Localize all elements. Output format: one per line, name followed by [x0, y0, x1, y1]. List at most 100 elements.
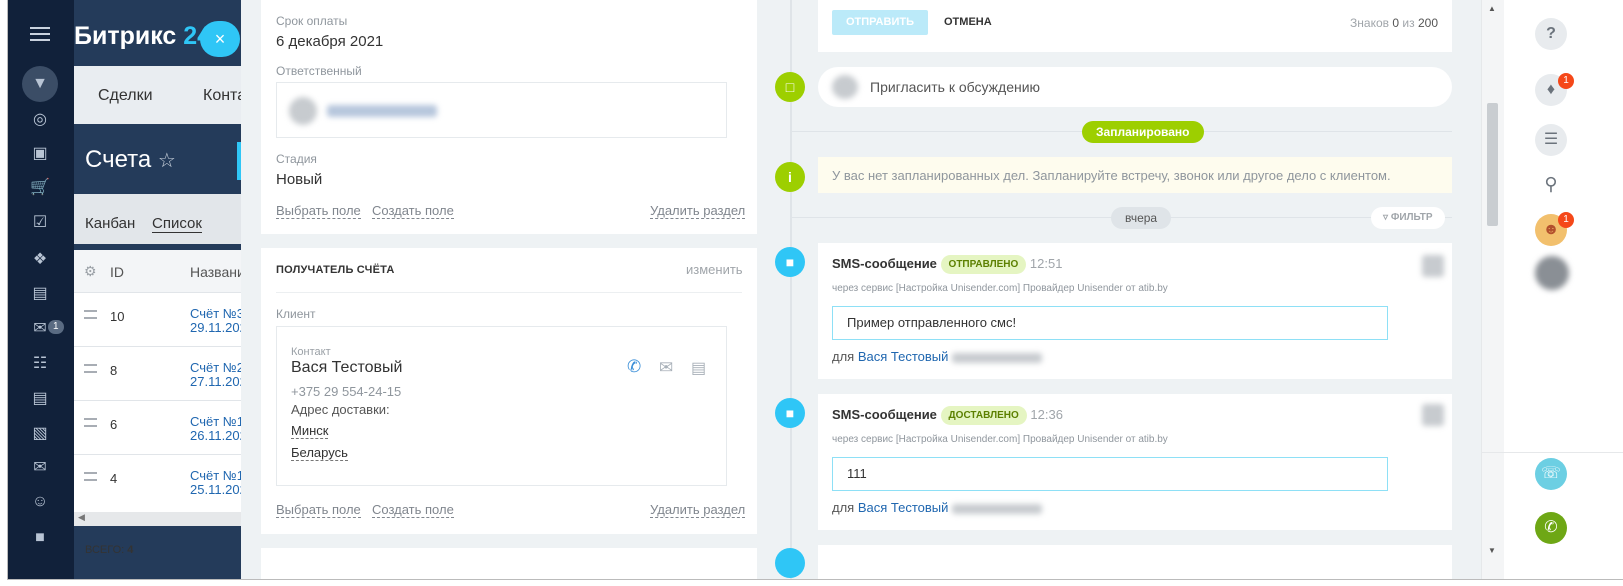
call-icon[interactable]: ✆	[1535, 512, 1567, 544]
responsible-box[interactable]	[276, 82, 727, 138]
client-label: Клиент	[276, 307, 316, 321]
delete-section-link[interactable]: Удалить раздел	[650, 203, 746, 219]
crm-background: Битрикс 24 × Сделки Конта Счета ☆ Канбан…	[74, 0, 254, 579]
responsible-label: Ответственный	[276, 64, 362, 78]
avatar	[289, 97, 317, 125]
sms-time: 12:36	[1030, 406, 1063, 422]
gear-icon[interactable]: ⚙	[84, 263, 97, 280]
horizontal-scrollbar[interactable]: ◀	[74, 512, 254, 526]
stage-value[interactable]: Новый	[276, 171, 322, 188]
chat-list-icon[interactable]: ☰	[1535, 124, 1567, 156]
tab-contacts[interactable]: Конта	[203, 87, 246, 105]
status-badge: ДОСТАВЛЕНО	[940, 406, 1027, 425]
view-kanban[interactable]: Канбан	[85, 215, 135, 232]
view-switcher: Канбан Список	[74, 194, 254, 244]
avatar	[1422, 255, 1444, 277]
inbox-icon[interactable]: ▧	[28, 422, 52, 446]
responsible-name-blurred[interactable]	[327, 105, 437, 117]
yesterday-pill: вчера	[1111, 207, 1172, 229]
star-icon[interactable]: ☆	[158, 150, 176, 172]
mail-icon[interactable]: ✉	[28, 456, 52, 480]
drag-handle-icon[interactable]	[84, 364, 97, 373]
tab-deals[interactable]: Сделки	[98, 87, 153, 105]
checkbox-icon[interactable]: ☑	[28, 211, 52, 235]
sms-icon: ■	[775, 398, 805, 428]
drag-handle-icon[interactable]	[84, 310, 97, 319]
sms-icon: ■	[775, 247, 805, 277]
callback-icon[interactable]: ☏	[1535, 458, 1567, 490]
no-tasks-notice: У вас нет запланированных дел. Запланиру…	[818, 157, 1452, 193]
filter-button[interactable]: ▿ ФИЛЬТР	[1371, 207, 1445, 229]
vertical-scrollbar[interactable]: ▲ ▼	[1482, 0, 1504, 579]
target-icon[interactable]: ◎	[28, 108, 52, 132]
col-id[interactable]: ID	[110, 264, 124, 280]
sms-text: 111	[832, 457, 1388, 491]
table-row[interactable]: 4 Счёт №1 25.11.202	[74, 454, 254, 508]
table-row[interactable]: 10 Счёт №3 29.11.202	[74, 292, 254, 346]
recipient-link[interactable]: Вася Тестовый	[858, 349, 949, 364]
window-icon[interactable]: ▣	[28, 142, 52, 166]
right-bar: ▲ ▼ ? ♦ 1 ☰ ⚲ ☻ 1 ☏ ✆	[1481, 0, 1623, 579]
details-column: Срок оплаты 6 декабря 2021 Ответственный…	[261, 0, 757, 579]
recipient-title: ПОЛУЧАТЕЛЬ СЧЁТА	[276, 264, 395, 276]
contact-name[interactable]: Вася Тестовый	[291, 359, 402, 377]
city-value[interactable]: Минск	[291, 423, 329, 439]
menu-toggle-icon[interactable]	[30, 27, 50, 41]
divider	[276, 292, 742, 293]
stage-label: Стадия	[276, 152, 317, 166]
page-title: Счета ☆	[85, 146, 176, 173]
due-date-value[interactable]: 6 декабря 2021	[276, 33, 383, 50]
invoice-slider: Срок оплаты 6 декабря 2021 Ответственный…	[241, 0, 1481, 579]
scroll-up-icon[interactable]: ▲	[1488, 4, 1496, 13]
sms-title: SMS-сообщение	[832, 255, 937, 271]
calendar-icon[interactable]: ☷	[28, 352, 52, 376]
crm-funnel-icon[interactable]: ▼	[22, 66, 58, 102]
select-field-link[interactable]: Выбрать поле	[276, 203, 361, 219]
total-count: ВСЕГО: 4	[85, 544, 134, 556]
help-icon[interactable]: ?	[1535, 18, 1567, 50]
logo: Битрикс 24	[74, 22, 212, 50]
sms-title: SMS-сообщение	[832, 406, 937, 422]
country-value[interactable]: Беларусь	[291, 445, 348, 461]
search-icon[interactable]: ⚲	[1535, 168, 1567, 200]
view-list[interactable]: Список	[152, 215, 202, 233]
select-field-link[interactable]: Выбрать поле	[276, 502, 361, 518]
sms-time: 12:51	[1029, 255, 1063, 271]
create-field-link[interactable]: Создать поле	[372, 502, 454, 518]
contact-phone[interactable]: +375 29 554-24-15	[291, 384, 401, 399]
document-icon[interactable]: ▤	[28, 387, 52, 411]
table-row[interactable]: 6 Счёт №1 26.11.202	[74, 400, 254, 454]
avatar	[1422, 404, 1444, 426]
close-slider-button[interactable]: ×	[200, 21, 240, 57]
change-link[interactable]: изменить	[686, 262, 743, 277]
notification-badge: 1	[1558, 73, 1574, 89]
create-field-link[interactable]: Создать поле	[372, 203, 454, 219]
chat-icon[interactable]: ▤	[691, 358, 706, 378]
sms-entry	[818, 545, 1452, 579]
col-name[interactable]: Названи	[190, 264, 245, 280]
invite-box[interactable]: Пригласить к обсуждению	[818, 67, 1452, 107]
nodes-icon[interactable]: ❖	[28, 248, 52, 272]
app-window: ▼ ◎ ▣ 🛒 ☑ ❖ ▤ ✉ 1 ☷ ▤ ▧ ✉ ☺ ■ Битрикс 24…	[7, 0, 1623, 580]
phone-icon[interactable]: ✆	[627, 357, 641, 377]
scroll-down-icon[interactable]: ▼	[1488, 546, 1496, 555]
table-row[interactable]: 8 Счёт №2 27.11.202	[74, 346, 254, 400]
mail-icon[interactable]: ✉	[659, 358, 673, 378]
invite-text[interactable]: Пригласить к обсуждению	[870, 79, 1040, 95]
send-button[interactable]: ОТПРАВИТЬ	[832, 10, 928, 35]
id-card-icon[interactable]: ■	[28, 526, 52, 550]
avatar[interactable]	[1535, 256, 1569, 290]
client-card: Контакт Вася Тестовый +375 29 554-24-15 …	[276, 326, 727, 486]
recipient-link[interactable]: Вася Тестовый	[858, 500, 949, 515]
invoice-grid: ⚙ ID Названи 10 Счёт №3 29.11.202 8 Счёт …	[74, 250, 254, 524]
address-label: Адрес доставки:	[291, 402, 390, 417]
cart-icon[interactable]: 🛒	[28, 176, 52, 200]
drag-handle-icon[interactable]	[84, 472, 97, 481]
cancel-button[interactable]: ОТМЕНА	[944, 16, 992, 28]
delete-section-link[interactable]: Удалить раздел	[650, 502, 746, 518]
contacts-icon[interactable]: ☺	[28, 490, 52, 514]
scroll-thumb[interactable]	[1487, 103, 1498, 226]
sms-text: Пример отправленного смс!	[832, 306, 1388, 340]
drag-handle-icon[interactable]	[84, 418, 97, 427]
drive-icon[interactable]: ▤	[28, 282, 52, 306]
